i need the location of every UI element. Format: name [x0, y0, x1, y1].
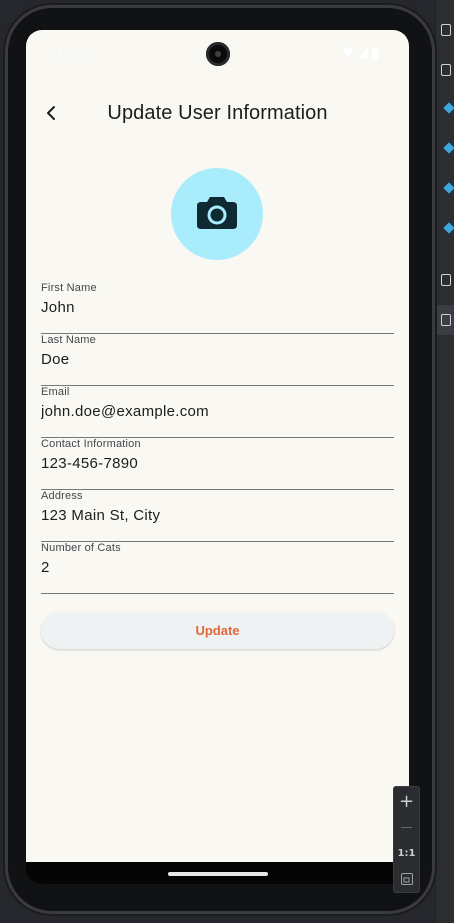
inspection-tool-icon[interactable]	[443, 222, 454, 234]
chevron-left-icon	[45, 105, 59, 126]
signal-icon	[358, 48, 368, 58]
gemini-tool-icon[interactable]	[443, 102, 454, 114]
last-name-field[interactable]: Last Name	[41, 334, 394, 386]
number-of-cats-label: Number of Cats	[41, 542, 121, 554]
layout-tool-icon[interactable]	[441, 274, 451, 286]
database-tool-icon[interactable]	[441, 24, 451, 36]
home-gesture-handle[interactable]	[168, 872, 268, 876]
email-label: Email	[41, 386, 70, 398]
ide-tool-strip	[435, 0, 454, 923]
profile-photo-button[interactable]	[171, 168, 263, 260]
status-icons	[342, 46, 386, 60]
running-devices-icon[interactable]	[441, 314, 451, 326]
device-manager-tool-icon[interactable]	[441, 64, 451, 76]
number-of-cats-field[interactable]: Number of Cats	[41, 542, 394, 594]
zoom-out-button[interactable]: —	[394, 815, 419, 839]
insights-tool-icon[interactable]	[443, 182, 454, 194]
update-button[interactable]: Update	[41, 612, 394, 649]
first-name-label: First Name	[41, 282, 97, 294]
actual-size-button[interactable]: 1:1	[394, 841, 419, 865]
page-title: Update User Information	[107, 102, 328, 124]
fit-screen-button[interactable]	[394, 867, 419, 891]
contact-information-input[interactable]	[41, 452, 394, 474]
zoom-in-button[interactable]: +	[394, 789, 419, 813]
address-input[interactable]	[41, 504, 394, 526]
address-label: Address	[41, 490, 83, 502]
camera-icon	[197, 195, 237, 234]
back-button[interactable]	[40, 103, 64, 127]
number-of-cats-input[interactable]	[41, 556, 394, 578]
contact-information-field[interactable]: Contact Information	[41, 438, 394, 490]
last-name-label: Last Name	[41, 334, 96, 346]
first-name-field[interactable]: First Name	[41, 282, 394, 334]
address-field[interactable]: Address	[41, 490, 394, 542]
status-time: 12:27	[56, 46, 89, 61]
wifi-icon	[342, 44, 354, 62]
battery-icon	[372, 47, 378, 59]
email-field[interactable]: Email	[41, 386, 394, 438]
first-name-input[interactable]	[41, 296, 394, 318]
last-name-input[interactable]	[41, 348, 394, 370]
front-camera	[206, 42, 230, 66]
fit-screen-icon	[400, 870, 413, 889]
email-input[interactable]	[41, 400, 394, 422]
contact-information-label: Contact Information	[41, 438, 141, 450]
assistant-tool-icon[interactable]	[443, 142, 454, 154]
emulator-zoom-controls: + — 1:1	[393, 786, 420, 893]
